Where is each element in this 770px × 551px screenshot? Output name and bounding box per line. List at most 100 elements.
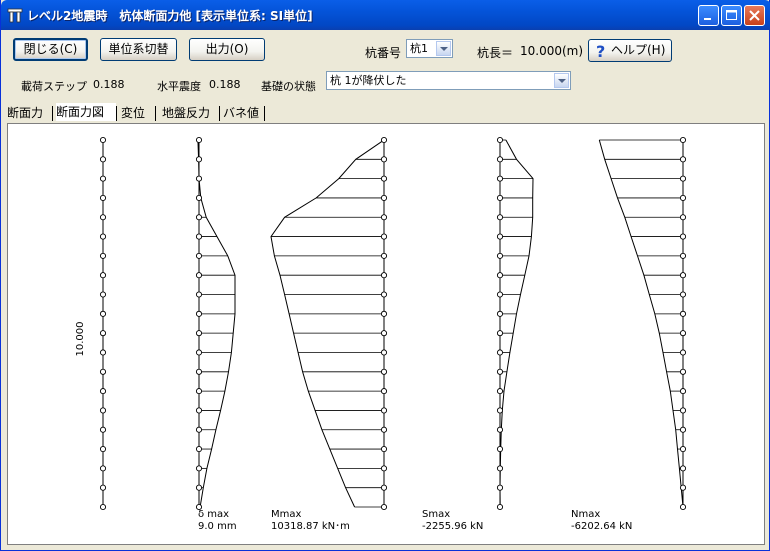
- title-bar[interactable]: レベル2地震時 杭体断面力他 [表示単位系: SI単位]: [1, 0, 770, 30]
- displacement-node: [195, 388, 203, 395]
- minimize-button[interactable]: [698, 5, 719, 26]
- shear-node: [496, 214, 504, 221]
- moment-node: [380, 272, 388, 279]
- axial-node: [679, 349, 687, 356]
- displacement-node: [195, 175, 203, 182]
- tab-section-force-diagram[interactable]: 断面力図: [56, 103, 116, 121]
- moment-node: [380, 368, 388, 375]
- shear-node: [496, 156, 504, 163]
- displacement-node: [195, 156, 203, 163]
- pile-reference-node: [99, 426, 107, 433]
- displacement-node: [195, 272, 203, 279]
- chevron-down-icon[interactable]: [554, 73, 569, 88]
- displacement-node: [195, 214, 203, 221]
- tab-displacement[interactable]: 変位: [121, 104, 151, 122]
- help-label: ヘルプ(H): [611, 43, 666, 57]
- axial-max-title: Nmax: [571, 509, 601, 520]
- shear-node: [496, 465, 504, 472]
- unit-switch-button[interactable]: 単位系切替: [100, 38, 177, 61]
- moment-node: [380, 465, 388, 472]
- pile-reference-node: [99, 310, 107, 317]
- pile-reference-node: [99, 194, 107, 201]
- moment-node: [380, 407, 388, 414]
- pile-reference-node: [99, 407, 107, 414]
- diagram-canvas: 10.000 δ max 9.0 mm Mmax 10318.87 kN･m S…: [7, 123, 765, 545]
- axial-node: [679, 503, 687, 511]
- axial-node: [679, 426, 687, 433]
- axial-node: [679, 214, 687, 221]
- close-window-button[interactable]: [744, 5, 765, 26]
- pile-length-value: 10.000(m): [520, 44, 584, 58]
- axial-node: [679, 330, 687, 337]
- chevron-down-icon[interactable]: [436, 41, 451, 56]
- moment-node: [380, 136, 388, 144]
- displacement-node: [195, 407, 203, 414]
- delta-max-value: 9.0 mm: [198, 521, 237, 532]
- tab-divider: [116, 106, 117, 121]
- pile-reference-node: [99, 503, 107, 511]
- axial-node: [679, 446, 687, 453]
- close-button[interactable]: 閉じる(C): [13, 38, 88, 61]
- shear-max-title: Smax: [422, 509, 451, 520]
- displacement-curve: [197, 139, 236, 508]
- axial-node: [679, 175, 687, 182]
- tab-divider: [155, 106, 156, 121]
- axial-node: [679, 136, 687, 144]
- load-step-value: 0.188: [93, 78, 125, 91]
- pile-reference-node: [99, 233, 107, 240]
- pile-reference-node: [99, 465, 107, 472]
- moment-node: [380, 310, 388, 317]
- output-button[interactable]: 出力(O): [189, 38, 265, 61]
- axial-max-value: -6202.64 kN: [571, 521, 633, 532]
- shear-node: [496, 388, 504, 395]
- pile-reference-node: [99, 388, 107, 395]
- axial-node: [679, 368, 687, 375]
- svg-text:?: ?: [596, 43, 605, 59]
- tab-ground-reaction[interactable]: 地盤反力: [162, 104, 218, 122]
- shear-node: [496, 310, 504, 317]
- pile-reference-node: [99, 272, 107, 279]
- axial-node: [679, 407, 687, 414]
- load-step-label: 載荷ステップ: [21, 80, 87, 93]
- moment-node: [380, 194, 388, 201]
- moment-node: [380, 349, 388, 356]
- displacement-node: [195, 233, 203, 240]
- foundation-state-select[interactable]: 杭 1が降伏した: [326, 71, 571, 90]
- axial-node: [679, 465, 687, 472]
- tab-divider: [52, 106, 53, 121]
- seismic-coefficient-label: 水平震度: [157, 80, 201, 93]
- maximize-icon: [726, 10, 737, 20]
- axial-node: [679, 252, 687, 259]
- shear-node: [496, 252, 504, 259]
- axial-node: [679, 194, 687, 201]
- shear-node: [496, 446, 504, 453]
- displacement-node: [195, 291, 203, 298]
- tab-spring-value[interactable]: バネ値: [223, 104, 263, 122]
- axial-curve: [598, 139, 684, 508]
- app-window: レベル2地震時 杭体断面力他 [表示単位系: SI単位] 閉じる(C) 単位系切…: [0, 0, 770, 551]
- pile-reference-node: [99, 252, 107, 259]
- moment-curve: [270, 139, 385, 508]
- minimize-icon: [704, 18, 711, 20]
- shear-node: [496, 368, 504, 375]
- shear-node: [496, 291, 504, 298]
- foundation-state-value: 杭 1が降伏した: [330, 74, 407, 87]
- moment-node: [380, 156, 388, 163]
- pile-number-select[interactable]: 杭1: [406, 39, 453, 58]
- moment-node: [380, 291, 388, 298]
- help-button[interactable]: ? ヘルプ(H): [588, 39, 672, 62]
- pile-reference-node: [99, 175, 107, 182]
- window-title: レベル2地震時 杭体断面力他 [表示単位系: SI単位]: [27, 9, 313, 23]
- shear-node: [496, 407, 504, 414]
- moment-node: [380, 388, 388, 395]
- axial-node: [679, 484, 687, 491]
- delta-max-title: δ max: [198, 509, 230, 520]
- maximize-button[interactable]: [721, 5, 742, 26]
- displacement-node: [195, 252, 203, 259]
- pile-reference-node: [99, 136, 107, 144]
- tab-section-force[interactable]: 断面力: [7, 104, 51, 122]
- pile-reference-node: [99, 330, 107, 337]
- axial-node: [679, 388, 687, 395]
- displacement-node: [195, 484, 203, 491]
- displacement-node: [195, 426, 203, 433]
